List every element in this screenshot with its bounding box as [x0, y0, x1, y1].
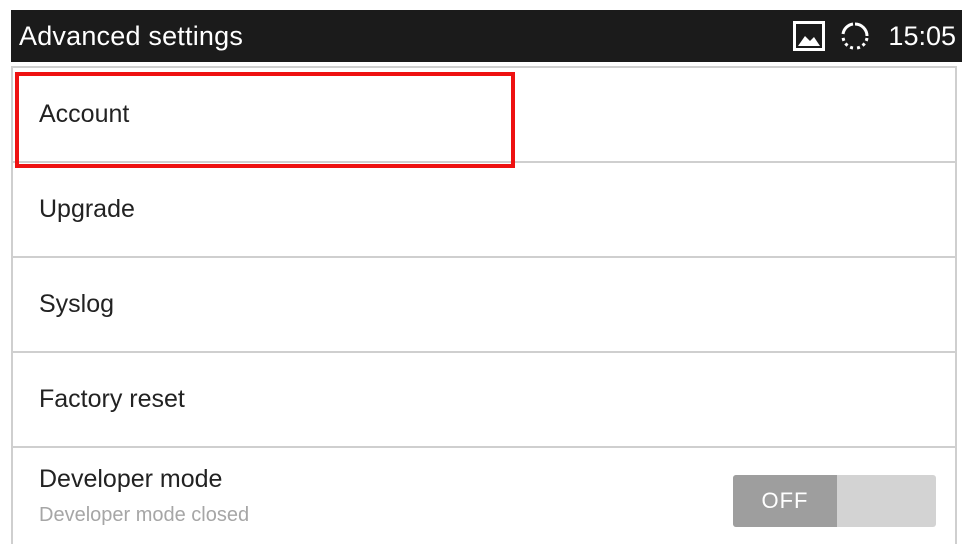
developer-mode-toggle[interactable]: OFF — [733, 475, 936, 527]
status-icons: 15:05 — [792, 19, 962, 53]
list-item-syslog[interactable]: Syslog — [13, 258, 955, 353]
list-item-account[interactable]: Account — [13, 68, 955, 163]
list-item-label: Upgrade — [39, 195, 135, 223]
list-item-label: Syslog — [39, 290, 115, 318]
list-item-upgrade[interactable]: Upgrade — [13, 163, 955, 258]
image-icon — [792, 19, 826, 53]
sync-icon — [838, 19, 872, 53]
advanced-settings-screen: Advanced settings 15:05 Account Upgrade … — [0, 0, 962, 544]
list-item-factory-reset[interactable]: Factory reset — [13, 353, 955, 448]
list-item-label: Developer mode — [39, 465, 223, 493]
list-item-label: Account — [39, 100, 130, 128]
status-bar: Advanced settings 15:05 — [11, 10, 962, 62]
list-item-subtitle: Developer mode closed — [39, 504, 250, 526]
list-item-label: Factory reset — [39, 385, 185, 413]
status-time: 15:05 — [888, 20, 956, 51]
settings-list: Account Upgrade Syslog Factory reset Dev… — [11, 66, 957, 544]
page-title: Advanced settings — [19, 20, 244, 51]
toggle-state-label: OFF — [733, 475, 837, 527]
